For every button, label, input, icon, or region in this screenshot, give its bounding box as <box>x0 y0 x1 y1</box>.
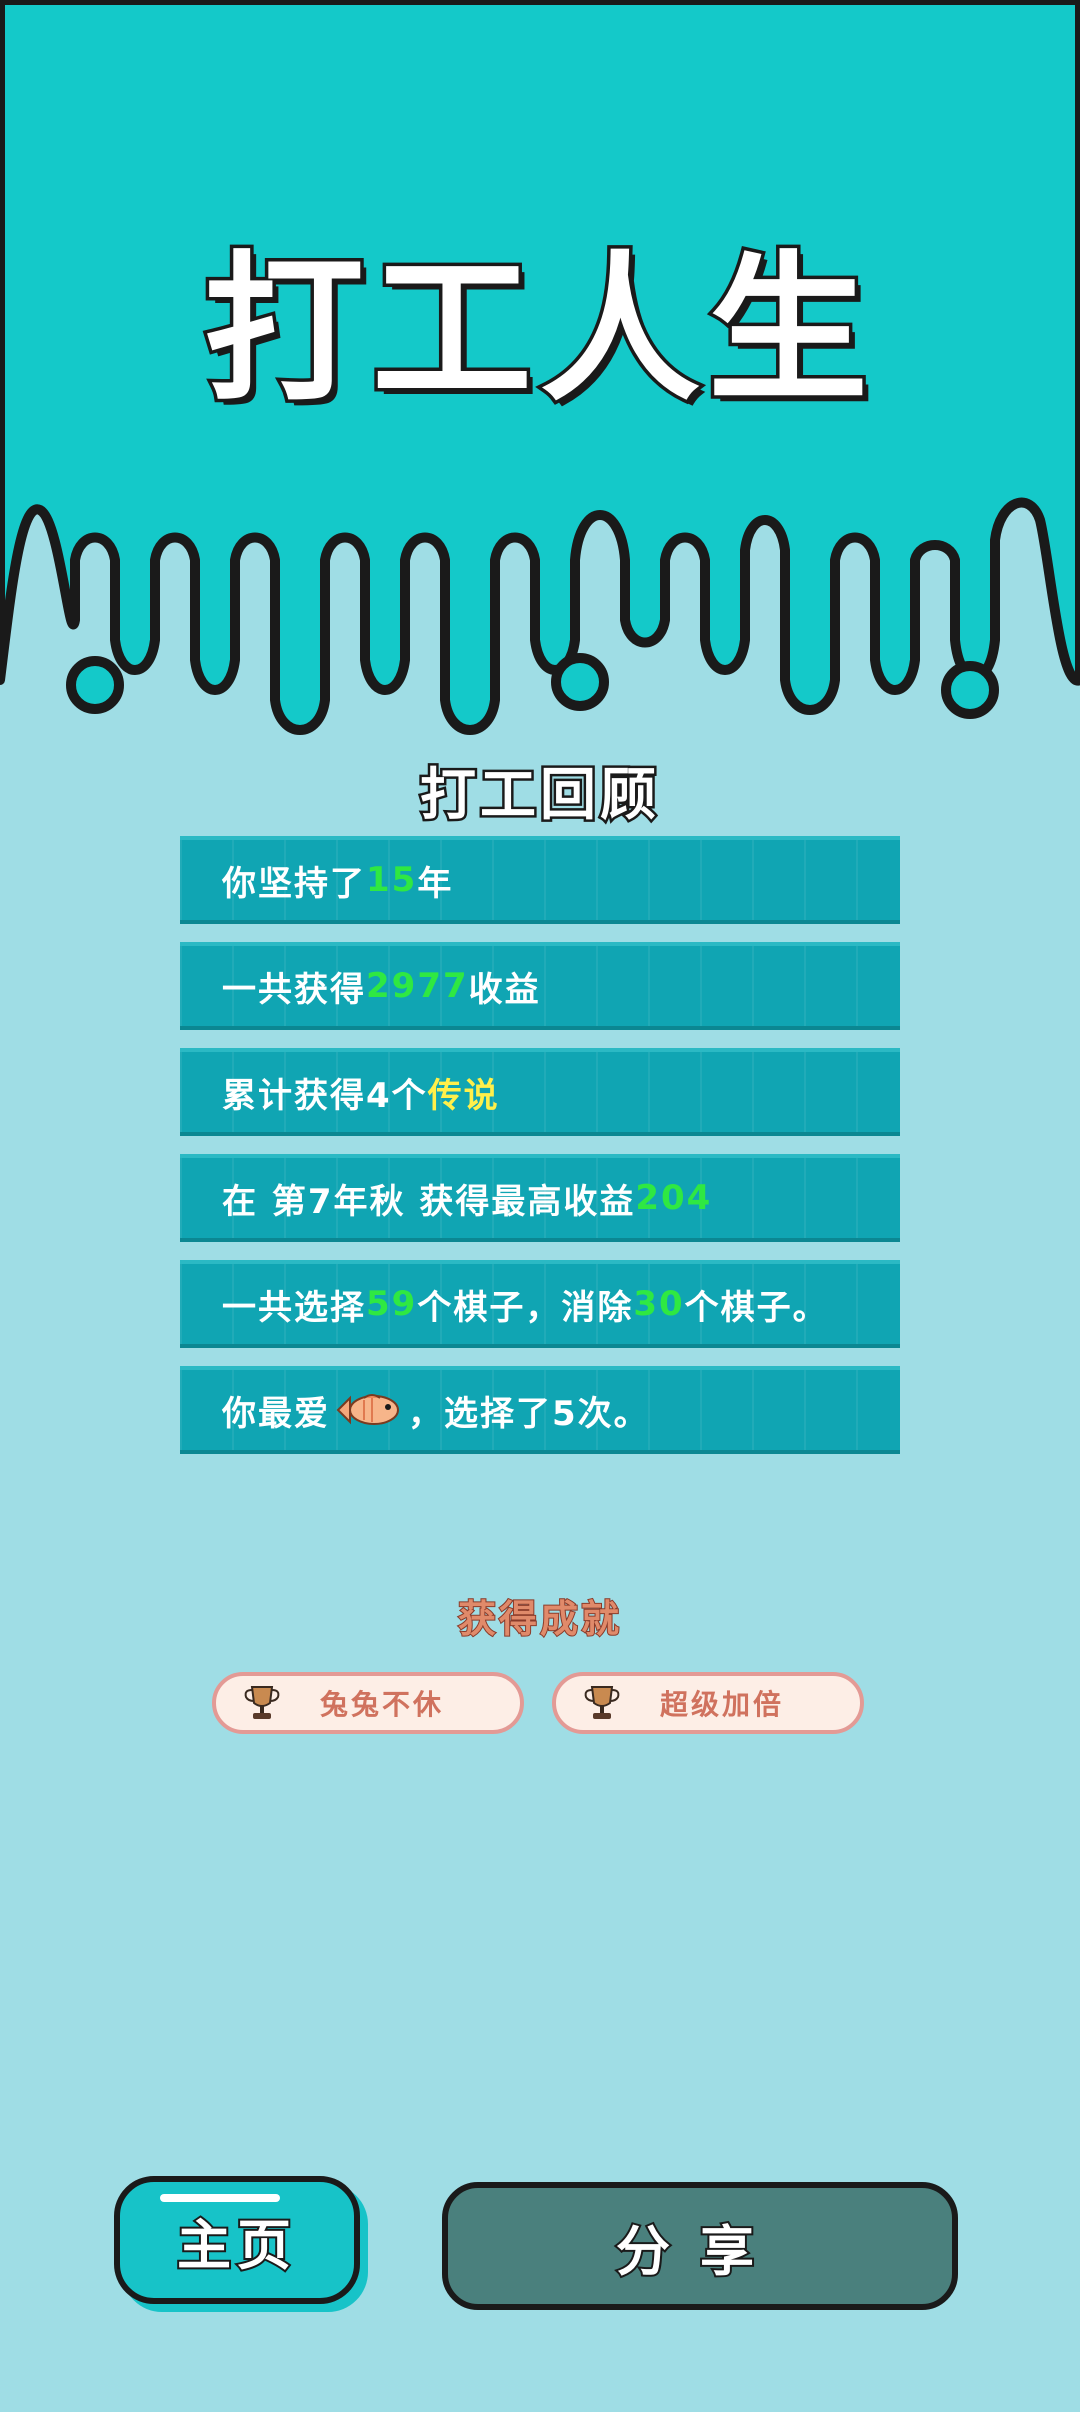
achievements-title: 获得成就 <box>457 1596 622 1642</box>
achievement-badge: 超级加倍 <box>552 1672 864 1734</box>
review-row-legendary: 累计获得4个 传说 <box>180 1048 900 1136</box>
review-text: 收益 <box>468 969 541 1010</box>
achievement-label: 超级加倍 <box>659 1688 784 1721</box>
review-highlight: 传说 <box>427 1075 500 1116</box>
share-button-label: 分享 <box>614 2218 784 2285</box>
fish-icon <box>336 1394 399 1425</box>
trophy-icon <box>244 1686 280 1719</box>
review-row-years: 你坚持了 15 年 <box>180 836 900 924</box>
review-text: 你最爱 <box>222 1393 330 1434</box>
review-highlight: 204 <box>635 1178 713 1218</box>
review-highlight: 15 <box>366 860 418 900</box>
review-text: 在 第7年秋 获得最高收益 <box>222 1181 636 1222</box>
share-button[interactable]: 分享 <box>442 2182 958 2310</box>
review-text: 累计获得4个 <box>222 1075 428 1116</box>
review-highlight: 2977 <box>366 966 469 1006</box>
achievement-badge: 兔兔不休 <box>212 1672 524 1734</box>
review-row-favorite: 你最爱 ，选择了5次。 <box>180 1366 900 1454</box>
review-text: 你坚持了 <box>222 863 366 904</box>
review-text: ，选择了5次。 <box>408 1393 650 1434</box>
game-title: 打工人生 <box>200 236 876 423</box>
review-highlight: 59 <box>366 1284 418 1324</box>
review-highlight: 30 <box>633 1284 685 1324</box>
button-shine <box>160 2194 280 2202</box>
home-button[interactable]: 主页 <box>114 2176 360 2304</box>
review-row-best-income: 在 第7年秋 获得最高收益 204 <box>180 1154 900 1242</box>
review-row-income: 一共获得 2977 收益 <box>180 942 900 1030</box>
result-screen: 打工人生 打工回顾 你坚持了 15 年 一共获得 2977 收益 累计获得4个 传说 在 … <box>0 0 1080 2412</box>
review-row-pieces: 一共选择 59 个棋子，消除 30 个棋子。 <box>180 1260 900 1348</box>
achievement-label: 兔兔不休 <box>319 1688 444 1721</box>
review-text: 个棋子，消除 <box>417 1287 634 1328</box>
review-list: 你坚持了 15 年 一共获得 2977 收益 累计获得4个 传说 在 第7年秋 获得最高收… <box>180 836 900 1472</box>
review-text: 年 <box>417 863 454 904</box>
review-text: 一共获得 <box>222 969 366 1010</box>
trophy-icon <box>584 1686 620 1719</box>
home-button-label: 主页 <box>175 2212 297 2279</box>
review-title: 打工回顾 <box>418 761 660 831</box>
review-text: 一共选择 <box>222 1287 366 1328</box>
review-text: 个棋子。 <box>684 1287 829 1328</box>
